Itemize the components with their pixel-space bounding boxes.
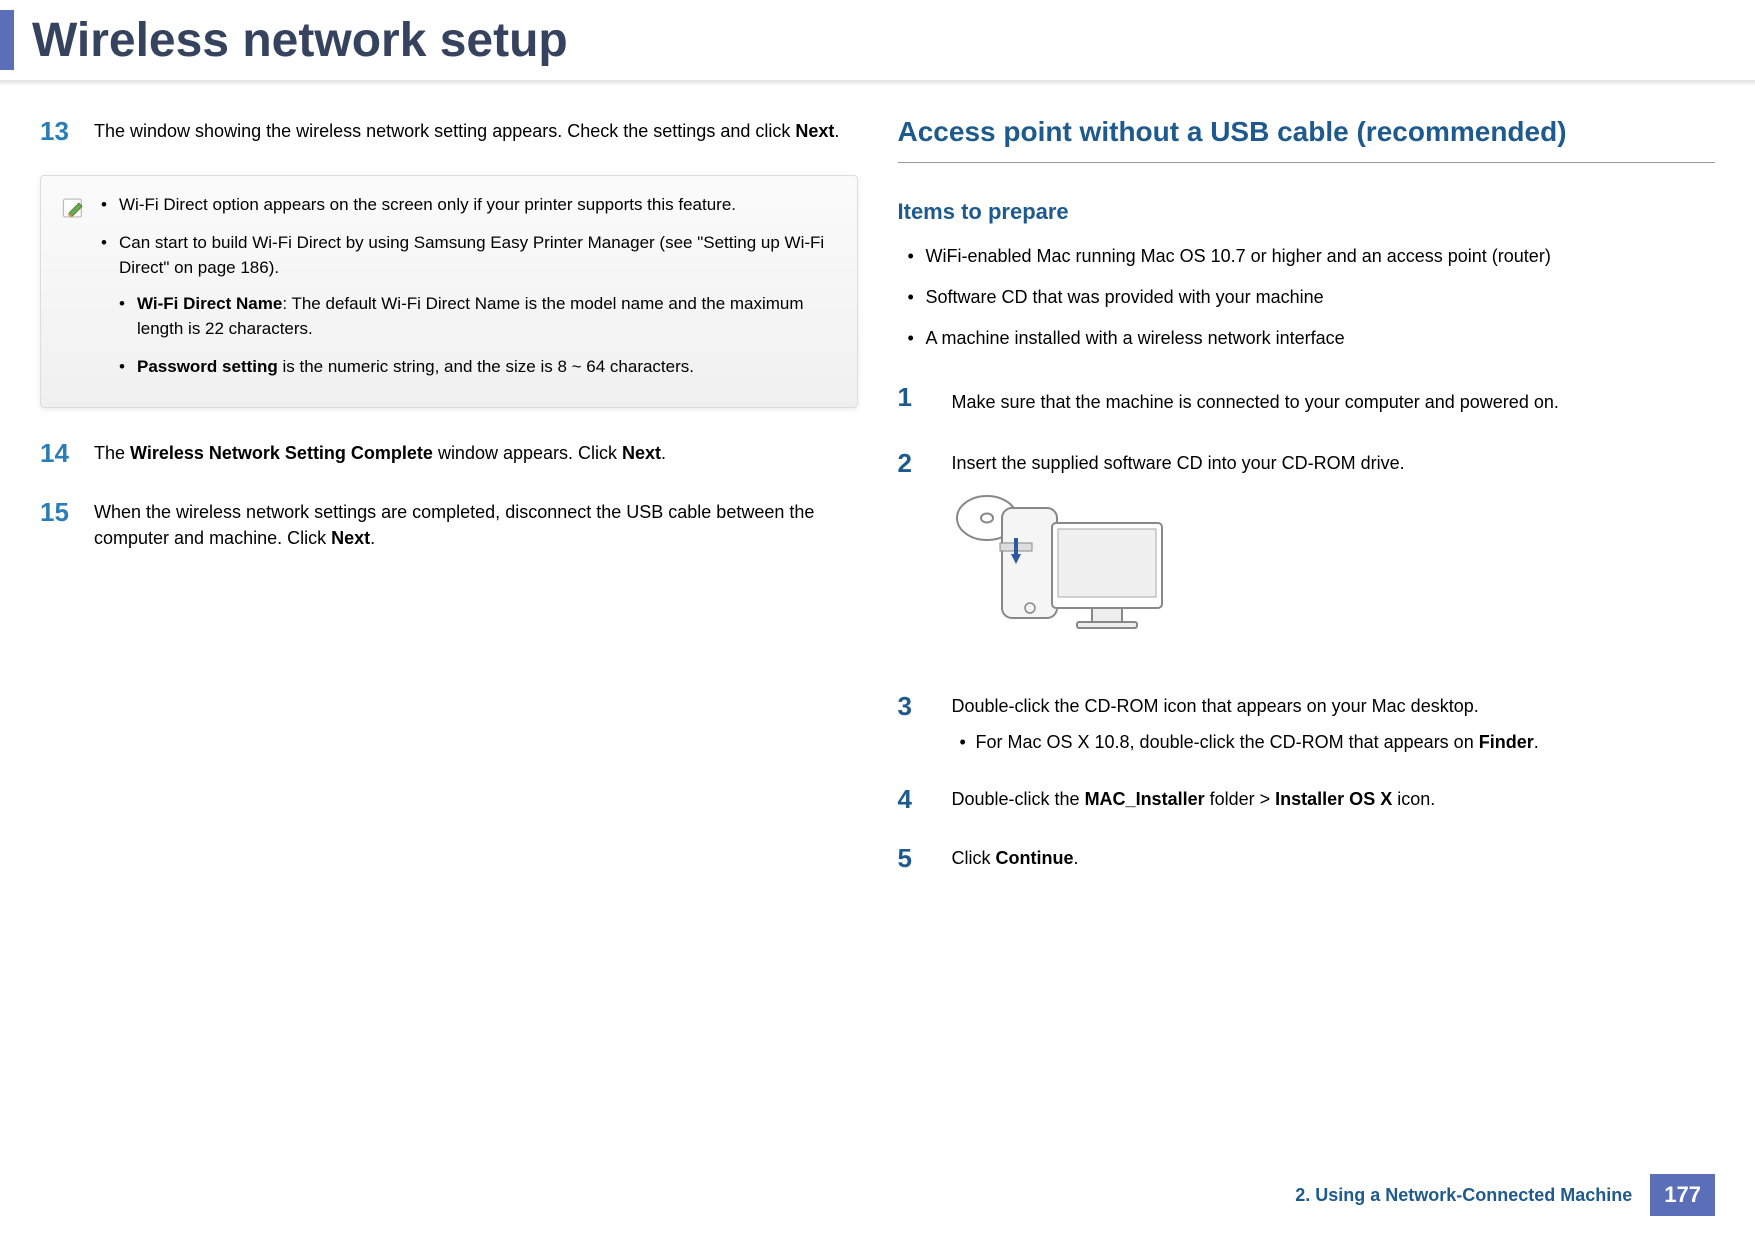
step-number: 13 (40, 116, 76, 147)
step-body: Double-click the MAC_Installer folder > … (952, 784, 1716, 812)
sub-heading: Items to prepare (898, 199, 1716, 225)
note-subitem: Password setting is the numeric string, … (119, 354, 837, 380)
footer-chapter: 2. Using a Network-Connected Machine (1295, 1185, 1632, 1206)
text: . (834, 121, 839, 141)
text: is the numeric string, and the size is 8… (278, 357, 694, 376)
step-number: 4 (898, 784, 934, 815)
step-number: 5 (898, 843, 934, 874)
page-title: Wireless network setup (32, 13, 568, 68)
content-columns: 13 The window showing the wireless netwo… (0, 116, 1755, 902)
text: WiFi-enabled Mac running Mac OS 10.7 or … (926, 246, 1551, 266)
text: window appears. Click (433, 443, 622, 463)
note-subitem: Wi-Fi Direct Name: The default Wi-Fi Dir… (119, 291, 837, 342)
step-15: 15 When the wireless network settings ar… (40, 497, 858, 551)
bold: Finder (1479, 732, 1534, 752)
right-column: Access point without a USB cable (recomm… (898, 116, 1716, 902)
page-footer: 2. Using a Network-Connected Machine 177 (1295, 1174, 1715, 1216)
step-number: 2 (898, 448, 934, 479)
text: Make sure that the machine is connected … (952, 392, 1559, 412)
text: icon. (1392, 789, 1435, 809)
note-list: Wi-Fi Direct option appears on the scree… (101, 192, 837, 391)
text: Double-click the CD-ROM icon that appear… (952, 696, 1479, 716)
bold: Next (795, 121, 834, 141)
step-1: 1 Make sure that the machine is connecte… (898, 382, 1716, 420)
section-heading: Access point without a USB cable (recomm… (898, 116, 1716, 163)
text: folder > (1205, 789, 1276, 809)
step-2: 2 Insert the supplied software CD into y… (898, 448, 1716, 663)
text: Can start to build Wi-Fi Direct by using… (119, 233, 824, 278)
list-item: For Mac OS X 10.8, double-click the CD-R… (952, 729, 1716, 756)
list-item: Software CD that was provided with your … (898, 284, 1716, 311)
step-body: When the wireless network settings are c… (94, 497, 858, 551)
step-number: 14 (40, 438, 76, 469)
bold: Next (622, 443, 661, 463)
step-number: 1 (898, 382, 934, 413)
step-body: Insert the supplied software CD into you… (952, 448, 1716, 663)
step-body: Double-click the CD-ROM icon that appear… (952, 691, 1716, 756)
text: . (370, 528, 375, 548)
bold: Continue (996, 848, 1074, 868)
text: A machine installed with a wireless netw… (926, 328, 1345, 348)
page-number: 177 (1650, 1174, 1715, 1216)
step-body: Make sure that the machine is connected … (952, 382, 1716, 420)
list-item: WiFi-enabled Mac running Mac OS 10.7 or … (898, 243, 1716, 270)
left-column: 13 The window showing the wireless netwo… (40, 116, 858, 902)
list-item: A machine installed with a wireless netw… (898, 325, 1716, 352)
bold: MAC_Installer (1085, 789, 1205, 809)
page-header: Wireless network setup (0, 0, 1755, 80)
cd-computer-illustration (952, 488, 1716, 645)
text: . (1534, 732, 1539, 752)
note-item: Can start to build Wi-Fi Direct by using… (101, 230, 837, 380)
step-body: The Wireless Network Setting Complete wi… (94, 438, 858, 466)
header-accent-bar (0, 10, 14, 70)
bold: Wi-Fi Direct Name (137, 294, 282, 313)
text: Wi-Fi Direct option appears on the scree… (119, 195, 736, 214)
step-body: The window showing the wireless network … (94, 116, 858, 144)
note-box: Wi-Fi Direct option appears on the scree… (40, 175, 858, 408)
step-14: 14 The Wireless Network Setting Complete… (40, 438, 858, 469)
text: The (94, 443, 130, 463)
text: For Mac OS X 10.8, double-click the CD-R… (976, 732, 1479, 752)
step-13: 13 The window showing the wireless netwo… (40, 116, 858, 147)
step-body: Click Continue. (952, 843, 1716, 871)
bold: Installer OS X (1275, 789, 1392, 809)
text: Double-click the (952, 789, 1085, 809)
note-pencil-icon (61, 195, 87, 221)
text: The window showing the wireless network … (94, 121, 795, 141)
header-shadow (0, 80, 1755, 86)
step-number: 3 (898, 691, 934, 722)
text: Click (952, 848, 996, 868)
bold: Next (331, 528, 370, 548)
text: . (661, 443, 666, 463)
step-5: 5 Click Continue. (898, 843, 1716, 874)
note-sublist: Wi-Fi Direct Name: The default Wi-Fi Dir… (119, 291, 837, 380)
items-to-prepare-list: WiFi-enabled Mac running Mac OS 10.7 or … (898, 243, 1716, 352)
text: Software CD that was provided with your … (926, 287, 1324, 307)
step-4: 4 Double-click the MAC_Installer folder … (898, 784, 1716, 815)
note-item: Wi-Fi Direct option appears on the scree… (101, 192, 837, 218)
sub-bullet-list: For Mac OS X 10.8, double-click the CD-R… (952, 729, 1716, 756)
bold: Password setting (137, 357, 278, 376)
text: . (1074, 848, 1079, 868)
step-number: 15 (40, 497, 76, 528)
step-3: 3 Double-click the CD-ROM icon that appe… (898, 691, 1716, 756)
bold: Wireless Network Setting Complete (130, 443, 433, 463)
text: Insert the supplied software CD into you… (952, 453, 1405, 473)
text: When the wireless network settings are c… (94, 502, 814, 548)
